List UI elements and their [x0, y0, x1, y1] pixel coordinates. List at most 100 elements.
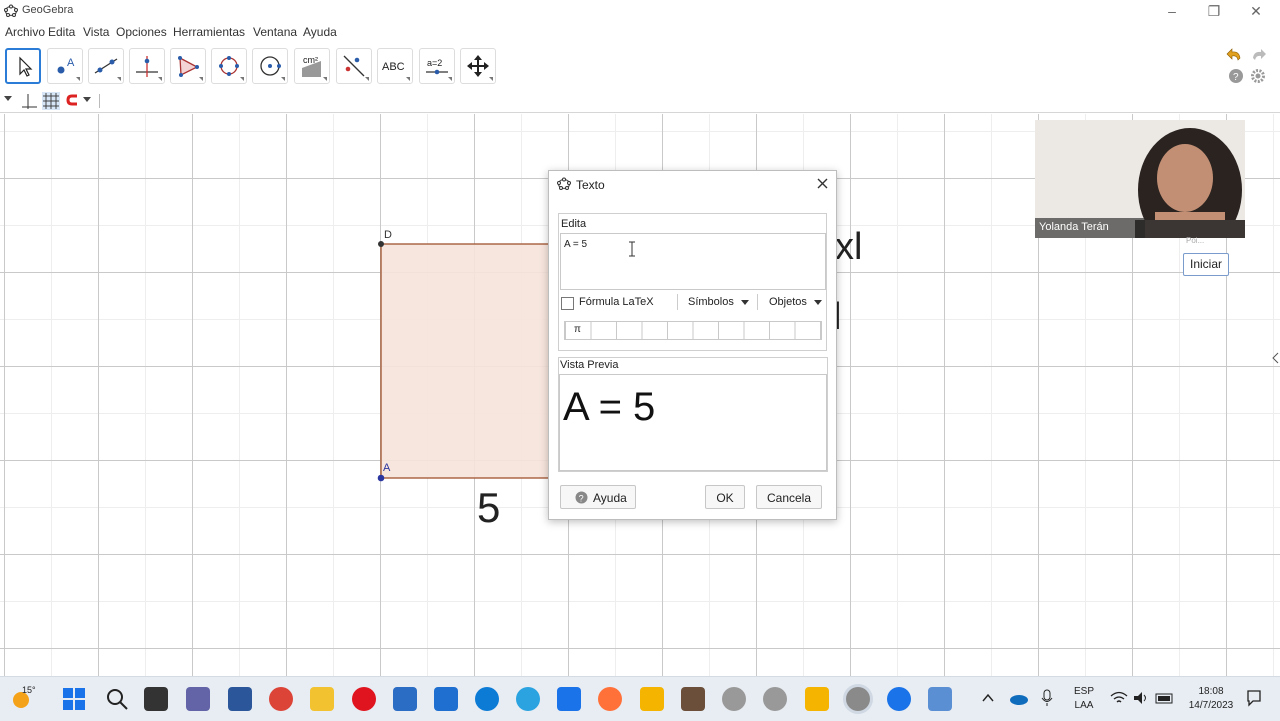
teams-icon[interactable]	[186, 687, 210, 711]
store-icon[interactable]	[434, 687, 458, 711]
menu-vista[interactable]: Vista	[83, 25, 109, 39]
dialog-title: Texto	[576, 178, 605, 192]
firefox-icon[interactable]	[598, 687, 622, 711]
point-tool-button[interactable]: A	[47, 48, 83, 84]
zoom-icon[interactable]	[887, 687, 911, 711]
text-edit-field[interactable]: A = 5	[560, 233, 826, 290]
collapse-triangle-icon[interactable]	[3, 93, 13, 103]
task-view-icon[interactable]	[144, 687, 168, 711]
objects-dropdown[interactable]: Objetos	[769, 296, 807, 308]
opera-icon[interactable]	[352, 687, 376, 711]
menu-bar: Archivo Edita Vista Opciones Herramienta…	[0, 22, 1280, 42]
battery-icon[interactable]	[1155, 690, 1175, 706]
app-icon[interactable]	[640, 687, 664, 711]
symbol-pi[interactable]: π	[574, 324, 581, 335]
chevron-down-icon[interactable]	[82, 96, 92, 104]
chevron-up-icon[interactable]	[982, 693, 994, 703]
close-window-button[interactable]: ✕	[1236, 2, 1276, 20]
slider-icon: a=2	[426, 58, 448, 75]
menu-herramientas[interactable]: Herramientas	[173, 25, 245, 39]
app-title: GeoGebra	[22, 4, 74, 16]
menu-opciones[interactable]: Opciones	[116, 25, 167, 39]
polygon-tool-button[interactable]	[170, 48, 206, 84]
point-a[interactable]	[377, 474, 385, 482]
minimize-button[interactable]: –	[1152, 2, 1192, 20]
menu-edita[interactable]: Edita	[48, 25, 75, 39]
file-explorer-icon[interactable]	[310, 687, 334, 711]
axes-toggle-icon[interactable]	[20, 92, 38, 110]
help-button[interactable]: ? Ayuda	[560, 485, 636, 509]
wifi-icon[interactable]	[1110, 690, 1128, 706]
geogebra-logo-icon	[557, 177, 571, 190]
area-tool-button[interactable]: cm²	[294, 48, 330, 84]
side-length-label[interactable]: 5	[477, 484, 500, 532]
magnet-icon[interactable]	[66, 93, 82, 107]
keyboard-layout-indicator[interactable]: LAA	[1072, 700, 1096, 711]
point-icon: A	[57, 57, 75, 74]
edge-icon[interactable]	[475, 687, 499, 711]
style-bar	[0, 90, 1280, 112]
search-icon[interactable]	[105, 687, 129, 711]
circle-tool-button[interactable]	[252, 48, 288, 84]
geogebra-active-icon[interactable]	[846, 687, 870, 711]
clock-time[interactable]: 18:08	[1180, 686, 1242, 697]
divider	[99, 94, 100, 108]
grid-toggle-icon[interactable]	[42, 92, 60, 110]
help-icon[interactable]: ?	[1228, 68, 1244, 84]
canvas-text-partial-1[interactable]: xl	[835, 226, 862, 269]
text-tool-label: ABC	[382, 61, 405, 73]
square-polygon[interactable]	[380, 243, 562, 479]
perpendicular-tool-button[interactable]	[129, 48, 165, 84]
clock-date[interactable]: 14/7/2023	[1180, 700, 1242, 711]
area-tool-label: cm²	[303, 55, 318, 65]
menu-ventana[interactable]: Ventana	[253, 25, 297, 39]
edit-legend: Edita	[561, 218, 587, 230]
reg-polygon-tool-button[interactable]	[211, 48, 247, 84]
chrome-icon[interactable]	[269, 687, 293, 711]
volume-icon[interactable]	[1132, 690, 1150, 706]
truncated-label: Poi...	[1186, 236, 1205, 245]
move-view-tool-button[interactable]	[460, 48, 496, 84]
point-d[interactable]	[378, 241, 384, 247]
reflect-tool-button[interactable]	[336, 48, 372, 84]
symbol-bar[interactable]: π	[564, 321, 822, 340]
notification-icon[interactable]	[1246, 689, 1262, 707]
mail-icon[interactable]	[557, 687, 581, 711]
save-app-icon[interactable]	[393, 687, 417, 711]
move-tool-button[interactable]	[5, 48, 41, 84]
divider	[757, 294, 758, 310]
redo-icon[interactable]	[1249, 46, 1267, 64]
telegram-icon[interactable]	[516, 687, 540, 711]
geogebra-taskbar-icon-2[interactable]	[763, 687, 787, 711]
cancel-button[interactable]: Cancela	[756, 485, 822, 509]
windows-start-icon[interactable]	[62, 687, 86, 711]
slider-tool-button[interactable]: a=2	[419, 48, 455, 84]
language-indicator[interactable]: ESP	[1072, 686, 1096, 697]
weather-temperature: 15°	[22, 685, 36, 695]
point-a-label: A	[383, 462, 391, 474]
onedrive-icon[interactable]	[1008, 689, 1030, 707]
word-icon[interactable]	[228, 687, 252, 711]
latex-checkbox[interactable]	[561, 297, 574, 310]
ok-button[interactable]: OK	[705, 485, 745, 509]
snipping-tool-icon[interactable]	[928, 687, 952, 711]
microphone-icon[interactable]	[1040, 689, 1054, 707]
preview-value: A = 5	[563, 385, 656, 429]
slider-tool-label: a=2	[427, 58, 442, 68]
close-icon[interactable]	[816, 177, 829, 190]
text-icon: ABC	[382, 61, 405, 73]
maximize-button[interactable]: ❐	[1194, 2, 1234, 20]
line-tool-button[interactable]	[88, 48, 124, 84]
text-tool-button[interactable]: ABC	[377, 48, 413, 84]
start-button[interactable]: Iniciar	[1183, 253, 1229, 276]
gear-icon[interactable]	[1250, 68, 1266, 84]
menu-archivo[interactable]: Archivo	[5, 25, 45, 39]
winrar-icon[interactable]	[681, 687, 705, 711]
panel-expand-icon[interactable]	[1271, 352, 1279, 364]
geogebra-taskbar-icon[interactable]	[722, 687, 746, 711]
symbols-dropdown[interactable]: Símbolos	[688, 296, 734, 308]
security-shield-icon[interactable]	[805, 687, 829, 711]
undo-icon[interactable]	[1226, 46, 1244, 64]
menu-ayuda[interactable]: Ayuda	[303, 25, 337, 39]
chevron-down-icon	[814, 300, 822, 305]
